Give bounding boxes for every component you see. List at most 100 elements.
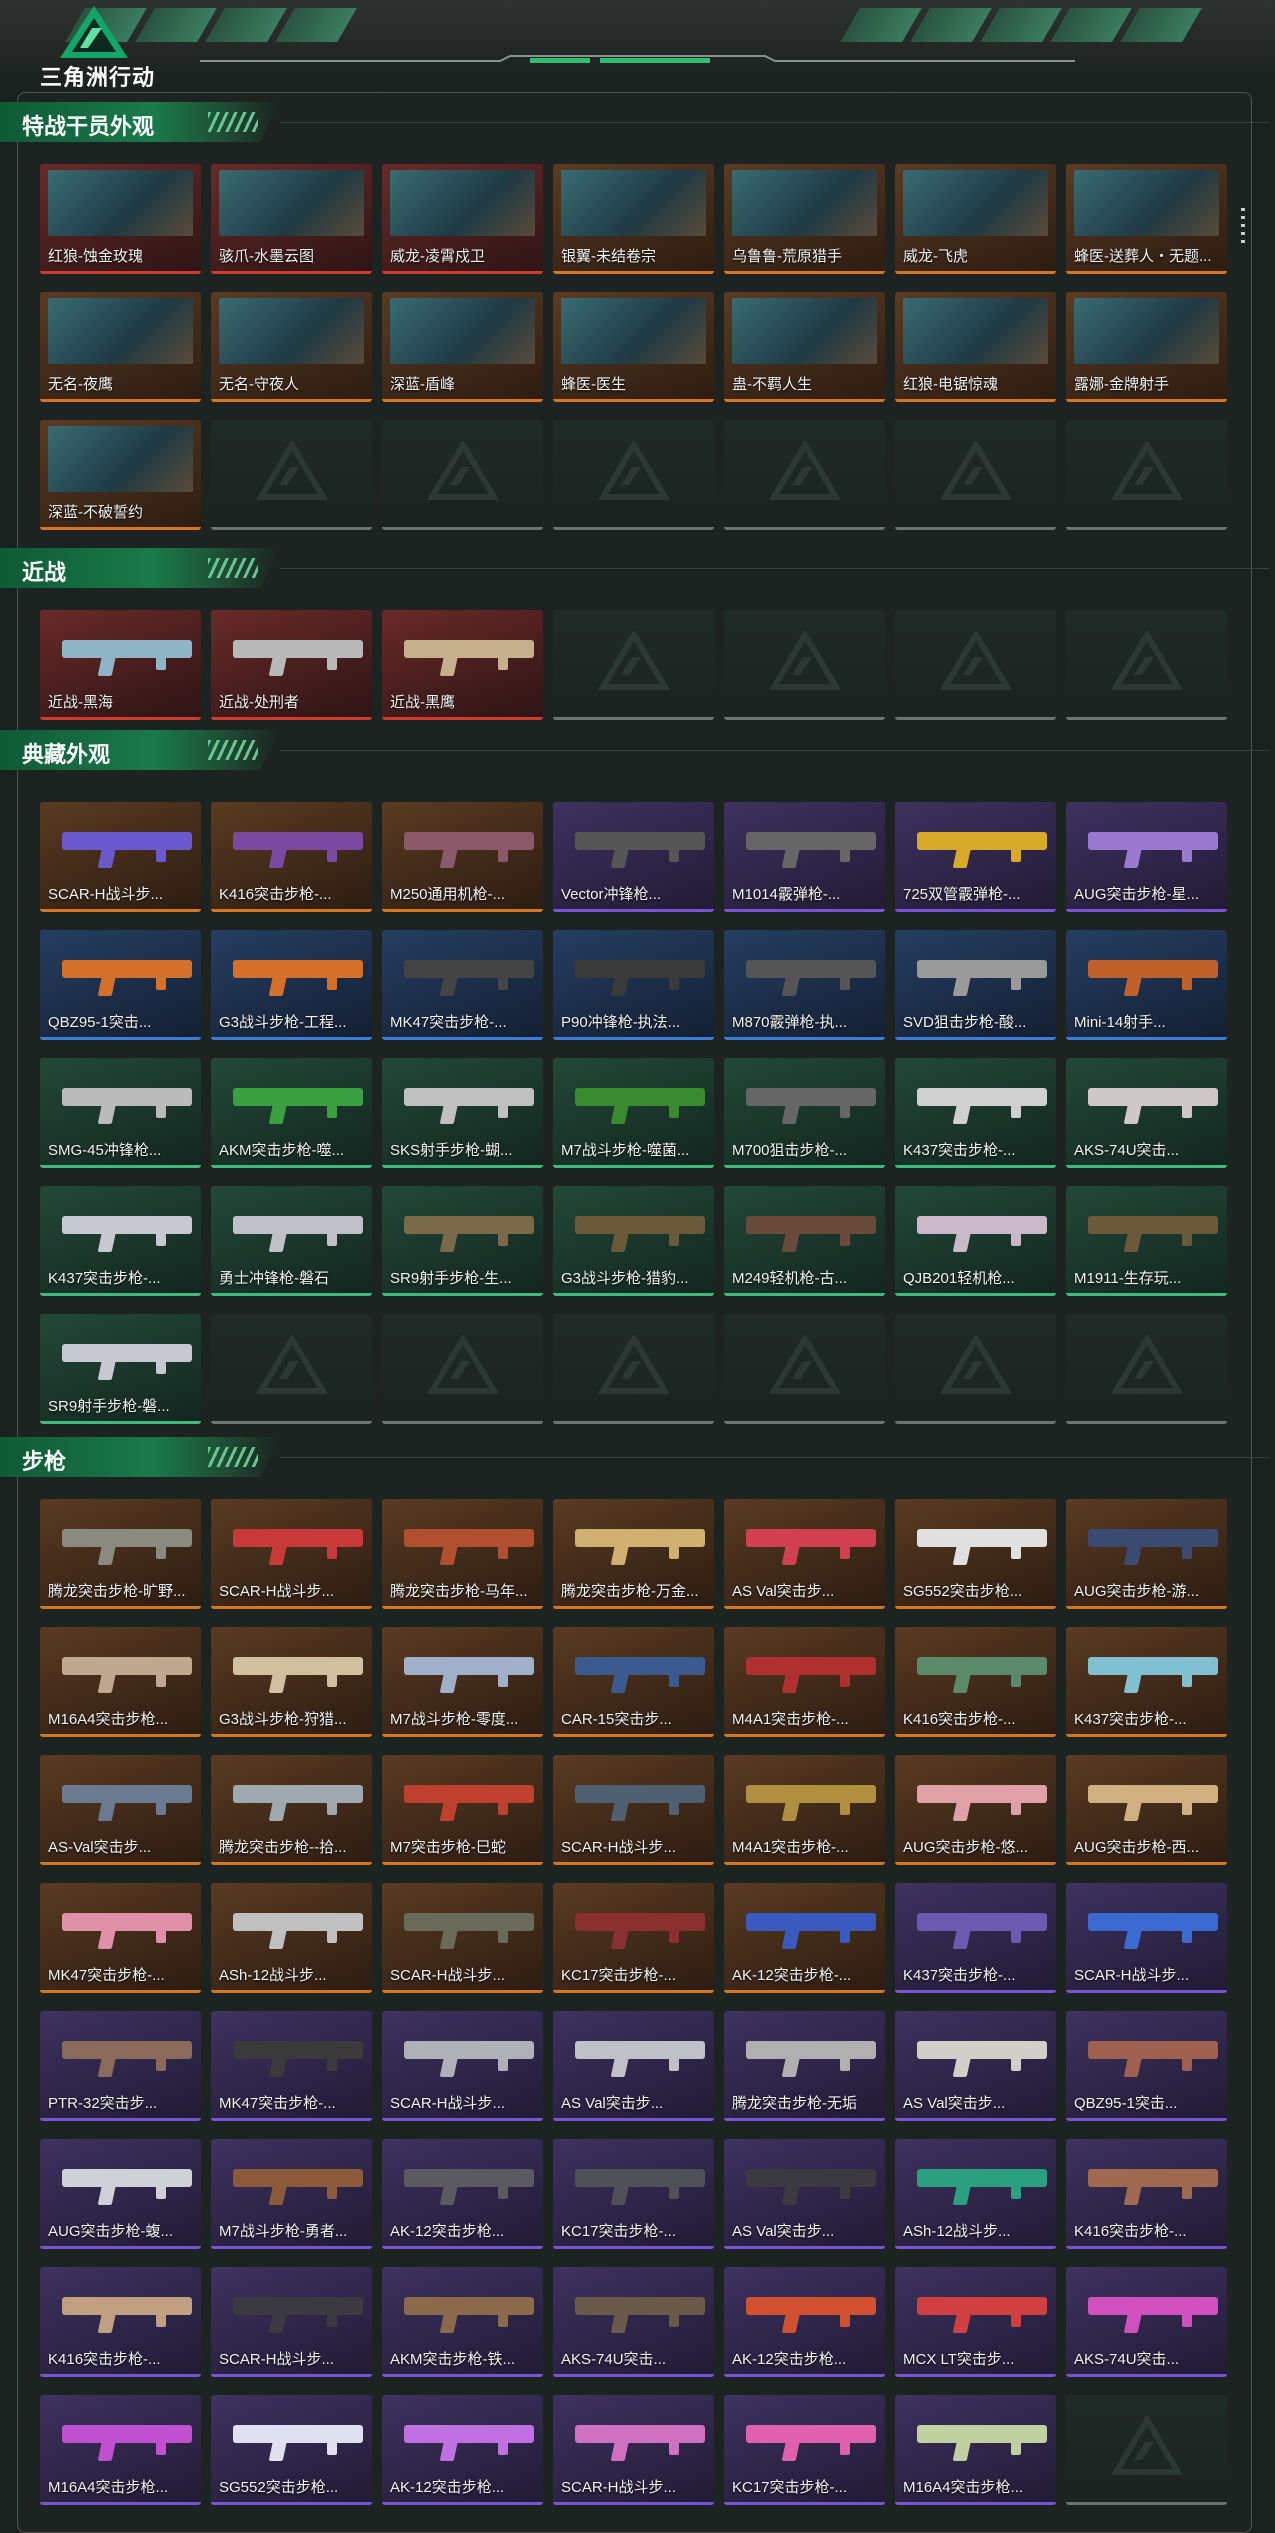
- skin-card[interactable]: AK-12突击步枪-...: [724, 1883, 885, 1993]
- skin-card[interactable]: AKS-74U突击...: [553, 2267, 714, 2377]
- skin-card[interactable]: 红狼-电锯惊魂: [895, 292, 1056, 402]
- scrollbar-dots[interactable]: [1241, 208, 1245, 248]
- skin-card[interactable]: K416突击步枪-...: [895, 1627, 1056, 1737]
- skin-card[interactable]: K416突击步枪-...: [211, 802, 372, 912]
- skin-card[interactable]: MCX LT突击步...: [895, 2267, 1056, 2377]
- skin-card[interactable]: SR9射手步枪-磐...: [40, 1314, 201, 1424]
- skin-card[interactable]: 腾龙突击步枪-旷野...: [40, 1499, 201, 1609]
- skin-card[interactable]: G3战斗步枪-狩猎...: [211, 1627, 372, 1737]
- skin-card[interactable]: AS-Val突击步...: [40, 1755, 201, 1865]
- skin-card[interactable]: QBZ95-1突击...: [40, 930, 201, 1040]
- skin-card[interactable]: MK47突击步枪-...: [40, 1883, 201, 1993]
- skin-card[interactable]: M1911-生存玩...: [1066, 1186, 1227, 1296]
- skin-card[interactable]: AUG突击步枪-游...: [1066, 1499, 1227, 1609]
- skin-card[interactable]: SVD狙击步枪-酸...: [895, 930, 1056, 1040]
- skin-card[interactable]: SR9射手步枪-生...: [382, 1186, 543, 1296]
- skin-card[interactable]: P90冲锋枪-执法...: [553, 930, 714, 1040]
- skin-card[interactable]: K416突击步枪-...: [40, 2267, 201, 2377]
- skin-card[interactable]: 勇士冲锋枪-磐石: [211, 1186, 372, 1296]
- skin-card[interactable]: AKM突击步枪-噬...: [211, 1058, 372, 1168]
- skin-card[interactable]: 骇爪-水墨云图: [211, 164, 372, 274]
- skin-card[interactable]: KC17突击步枪-...: [553, 1883, 714, 1993]
- skin-card[interactable]: Vector冲锋枪...: [553, 802, 714, 912]
- skin-card[interactable]: 腾龙突击步枪-万金...: [553, 1499, 714, 1609]
- skin-card[interactable]: 近战-黑鹰: [382, 610, 543, 720]
- skin-card[interactable]: SCAR-H战斗步...: [211, 2267, 372, 2377]
- skin-card[interactable]: 红狼-蚀金玫瑰: [40, 164, 201, 274]
- skin-card[interactable]: AS Val突击步...: [724, 1499, 885, 1609]
- skin-card[interactable]: 无名-守夜人: [211, 292, 372, 402]
- skin-card[interactable]: M4A1突击步枪-...: [724, 1755, 885, 1865]
- app-logo[interactable]: 三角洲行动: [40, 4, 154, 90]
- skin-card[interactable]: K416突击步枪-...: [1066, 2139, 1227, 2249]
- skin-card[interactable]: AKS-74U突击...: [1066, 2267, 1227, 2377]
- skin-card[interactable]: AUG突击步枪-星...: [1066, 802, 1227, 912]
- skin-card[interactable]: QJB201轻机枪...: [895, 1186, 1056, 1296]
- skin-card[interactable]: SCAR-H战斗步...: [382, 2011, 543, 2121]
- skin-card[interactable]: K437突击步枪-...: [40, 1186, 201, 1296]
- skin-card[interactable]: AS Val突击步...: [553, 2011, 714, 2121]
- skin-card[interactable]: M249轻机枪-古...: [724, 1186, 885, 1296]
- skin-card[interactable]: 无名-夜鹰: [40, 292, 201, 402]
- skin-card[interactable]: M7战斗步枪-勇者...: [211, 2139, 372, 2249]
- skin-card[interactable]: AKM突击步枪-铁...: [382, 2267, 543, 2377]
- skin-card[interactable]: SCAR-H战斗步...: [40, 802, 201, 912]
- skin-card[interactable]: 威龙-飞虎: [895, 164, 1056, 274]
- skin-card[interactable]: 深蓝-不破誓约: [40, 420, 201, 530]
- skin-card[interactable]: AUG突击步枪-悠...: [895, 1755, 1056, 1865]
- skin-card[interactable]: PTR-32突击步...: [40, 2011, 201, 2121]
- skin-card[interactable]: K437突击步枪-...: [895, 1883, 1056, 1993]
- skin-card[interactable]: G3战斗步枪-工程...: [211, 930, 372, 1040]
- skin-card[interactable]: M250通用机枪-...: [382, 802, 543, 912]
- skin-card[interactable]: Mini-14射手...: [1066, 930, 1227, 1040]
- skin-card[interactable]: M700狙击步枪-...: [724, 1058, 885, 1168]
- skin-card[interactable]: SG552突击步枪...: [211, 2395, 372, 2505]
- skin-card[interactable]: 威龙-凌霄戍卫: [382, 164, 543, 274]
- skin-card[interactable]: M7突击步枪-巳蛇: [382, 1755, 543, 1865]
- skin-card[interactable]: ASh-12战斗步...: [895, 2139, 1056, 2249]
- skin-card[interactable]: 蛊-不羁人生: [724, 292, 885, 402]
- skin-card[interactable]: SMG-45冲锋枪...: [40, 1058, 201, 1168]
- skin-card[interactable]: AK-12突击步枪...: [382, 2139, 543, 2249]
- skin-card[interactable]: 蜂医-医生: [553, 292, 714, 402]
- skin-card[interactable]: 深蓝-盾峰: [382, 292, 543, 402]
- skin-card[interactable]: 近战-处刑者: [211, 610, 372, 720]
- skin-card[interactable]: AKS-74U突击...: [1066, 1058, 1227, 1168]
- skin-card[interactable]: M16A4突击步枪...: [40, 2395, 201, 2505]
- skin-card[interactable]: AS Val突击步...: [724, 2139, 885, 2249]
- skin-card[interactable]: K437突击步枪-...: [1066, 1627, 1227, 1737]
- skin-card[interactable]: SCAR-H战斗步...: [553, 1755, 714, 1865]
- skin-card[interactable]: AS Val突击步...: [895, 2011, 1056, 2121]
- skin-card[interactable]: KC17突击步枪-...: [553, 2139, 714, 2249]
- skin-card[interactable]: 蜂医-送葬人・无题...: [1066, 164, 1227, 274]
- skin-card[interactable]: 腾龙突击步枪-马年...: [382, 1499, 543, 1609]
- skin-card[interactable]: M1014霰弹枪-...: [724, 802, 885, 912]
- skin-card[interactable]: SCAR-H战斗步...: [211, 1499, 372, 1609]
- skin-card[interactable]: G3战斗步枪-猎豹...: [553, 1186, 714, 1296]
- skin-card[interactable]: MK47突击步枪-...: [382, 930, 543, 1040]
- skin-card[interactable]: AK-12突击步枪...: [382, 2395, 543, 2505]
- skin-card[interactable]: 近战-黑海: [40, 610, 201, 720]
- skin-card[interactable]: CAR-15突击步...: [553, 1627, 714, 1737]
- skin-card[interactable]: QBZ95-1突击...: [1066, 2011, 1227, 2121]
- skin-card[interactable]: SCAR-H战斗步...: [1066, 1883, 1227, 1993]
- skin-card[interactable]: 银翼-未结卷宗: [553, 164, 714, 274]
- skin-card[interactable]: SG552突击步枪...: [895, 1499, 1056, 1609]
- skin-card[interactable]: KC17突击步枪-...: [724, 2395, 885, 2505]
- skin-card[interactable]: MK47突击步枪-...: [211, 2011, 372, 2121]
- skin-card[interactable]: M7战斗步枪-零度...: [382, 1627, 543, 1737]
- skin-card[interactable]: 露娜-金牌射手: [1066, 292, 1227, 402]
- skin-card[interactable]: 腾龙突击步枪-无垢: [724, 2011, 885, 2121]
- skin-card[interactable]: SCAR-H战斗步...: [553, 2395, 714, 2505]
- skin-card[interactable]: SCAR-H战斗步...: [382, 1883, 543, 1993]
- skin-card[interactable]: M4A1突击步枪-...: [724, 1627, 885, 1737]
- skin-card[interactable]: AUG突击步枪-蝮...: [40, 2139, 201, 2249]
- skin-card[interactable]: K437突击步枪-...: [895, 1058, 1056, 1168]
- skin-card[interactable]: ASh-12战斗步...: [211, 1883, 372, 1993]
- skin-card[interactable]: 725双管霰弹枪-...: [895, 802, 1056, 912]
- skin-card[interactable]: AK-12突击步枪...: [724, 2267, 885, 2377]
- skin-card[interactable]: M16A4突击步枪...: [895, 2395, 1056, 2505]
- skin-card[interactable]: M870霰弹枪-执...: [724, 930, 885, 1040]
- skin-card[interactable]: SKS射手步枪-蝴...: [382, 1058, 543, 1168]
- skin-card[interactable]: M7战斗步枪-噬菌...: [553, 1058, 714, 1168]
